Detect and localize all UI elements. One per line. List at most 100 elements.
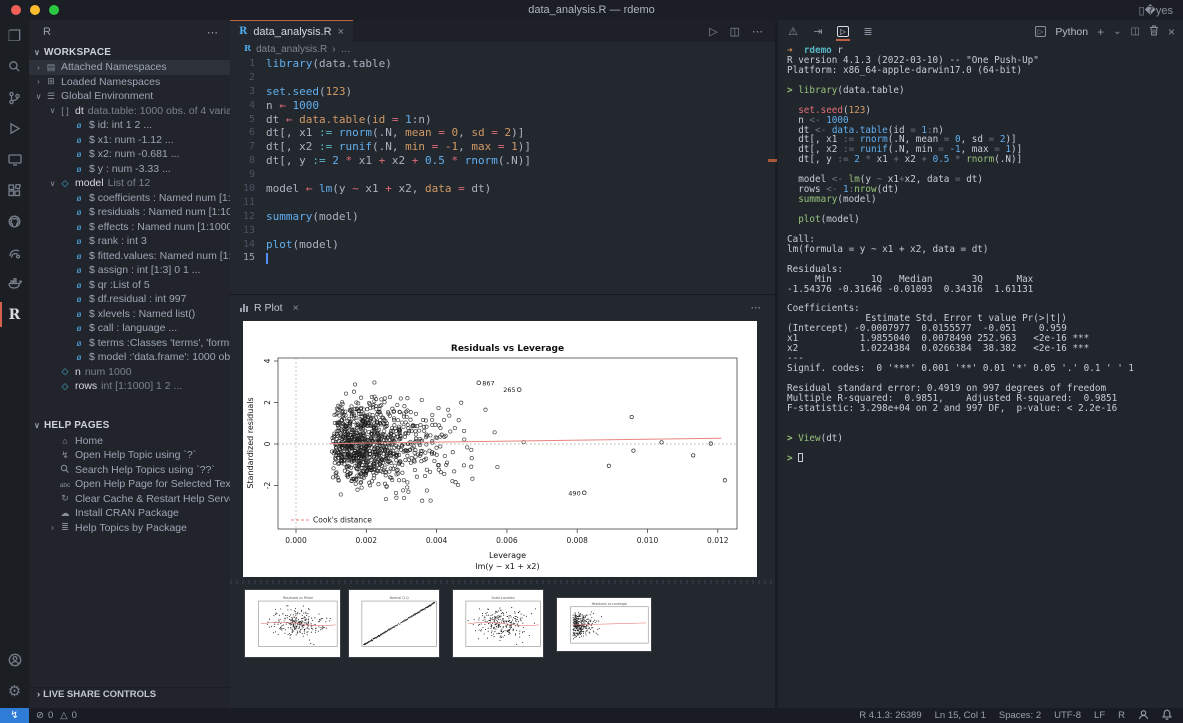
live-share-icon[interactable] [0, 237, 29, 268]
code-line[interactable]: 2 [230, 71, 775, 85]
code-line[interactable]: 12summary(model) [230, 210, 775, 224]
tree-item-rank-int-3[interactable]: ø$ rank : int 3 [29, 234, 230, 249]
live-share-status-icon[interactable]: ↯ [0, 708, 29, 723]
plot-more-actions-icon[interactable]: ⋯ [751, 302, 776, 314]
tree-item-clear-cache-restart-help-server[interactable]: ↻Clear Cache & Restart Help Server [29, 492, 230, 507]
terminal-dropdown-icon[interactable]: ⌄ [1113, 26, 1121, 37]
code-line[interactable]: 11 [230, 196, 775, 210]
indentation-status[interactable]: Spaces: 2 [999, 710, 1041, 721]
tree-item-model[interactable]: ∨◇modelList of 12 [29, 176, 230, 191]
thumbnail-scale-location[interactable]: Scale-Location [452, 589, 544, 658]
github-icon[interactable] [0, 206, 29, 237]
tree-item-global-environment[interactable]: ∨☰Global Environment [29, 89, 230, 104]
run-debug-icon[interactable] [0, 113, 29, 144]
code-line[interactable]: 15 [230, 251, 775, 265]
tree-item-attached-namespaces[interactable]: ›▤Attached Namespaces [29, 60, 230, 75]
tree-item-df-residual-int-997[interactable]: ø$ df.residual : int 997 [29, 292, 230, 307]
notebook-icon[interactable]: ≣ [861, 20, 875, 43]
r-extension-icon[interactable]: R [0, 299, 29, 330]
settings-gear-icon[interactable]: ⚙ [0, 675, 29, 706]
r-plot-tab[interactable]: R Plot × [230, 295, 309, 320]
tree-item-terms-classes-terms-formula-l[interactable]: ø$ terms :Classes 'terms', 'formula' l..… [29, 336, 230, 351]
code-line[interactable]: 4n ← 1000 [230, 99, 775, 113]
terminal-profile-label[interactable]: Python [1055, 26, 1088, 38]
tree-item-coefficients-named-num-1-3-0[interactable]: ø$ coefficients : Named num [1:3] -0... [29, 191, 230, 206]
code-line[interactable]: 10model ← lm(y ~ x1 + x2, data = dt) [230, 182, 775, 196]
close-plot-icon[interactable]: × [293, 302, 299, 314]
problems-icon[interactable]: ⚠ [786, 20, 800, 43]
editor-more-actions-icon[interactable]: ⋯ [752, 25, 763, 38]
kill-terminal-icon[interactable] [1149, 25, 1159, 39]
tree-item-rows[interactable]: ◇rowsint [1:1000] 1 2 ... [29, 379, 230, 394]
close-tab-icon[interactable]: × [338, 26, 344, 38]
tree-item-search-help-topics-using[interactable]: Search Help Topics using `??` [29, 463, 230, 478]
run-file-button[interactable]: ▷ [709, 25, 717, 38]
tree-item-call-language[interactable]: ø$ call : language ... [29, 321, 230, 336]
chevron-right-icon[interactable]: › [33, 63, 44, 72]
tree-item-open-help-topic-using[interactable]: ↯Open Help Topic using `?` [29, 448, 230, 463]
tree-item-qr-list-of-5[interactable]: ø$ qr :List of 5 [29, 278, 230, 293]
thumbnail-normal-qq[interactable]: Normal Q-Q [348, 589, 440, 658]
feedback-icon[interactable] [1138, 709, 1149, 723]
tree-item-loaded-namespaces[interactable]: ›⊞Loaded Namespaces [29, 75, 230, 90]
tree-item-id-int-1-2[interactable]: ø$ id: int 1 2 ... [29, 118, 230, 133]
code-line[interactable]: 13 [230, 224, 775, 238]
tree-item-open-help-page-for-selected-text[interactable]: abcOpen Help Page for Selected Text [29, 477, 230, 492]
tree-item-home[interactable]: ⌂Home [29, 434, 230, 449]
docker-icon[interactable] [0, 268, 29, 299]
tree-item-fitted-values-named-num-1-1000[interactable]: ø$ fitted.values: Named num [1:1000... [29, 249, 230, 264]
tree-item-y-num-3-33[interactable]: ø$ y : num -3.33 ... [29, 162, 230, 177]
tree-item-assign-int-1-3-0-1[interactable]: ø$ assign : int [1:3] 0 1 ... [29, 263, 230, 278]
tree-item-x1-num-1-12[interactable]: ø$ x1: num -1.12 ... [29, 133, 230, 148]
tree-item-x2-num-0-681[interactable]: ø$ x2: num -0.681 ... [29, 147, 230, 162]
panel-sash[interactable] [230, 580, 775, 584]
source-control-icon[interactable] [0, 82, 29, 113]
code-line[interactable]: 1library(data.table) [230, 57, 775, 71]
terminal-icon[interactable]: ▷ [836, 20, 850, 43]
language-mode-status[interactable]: R [1118, 710, 1125, 721]
problems-status[interactable]: ⊘ 0 △ 0 [36, 710, 77, 721]
encoding-status[interactable]: UTF-8 [1054, 710, 1081, 721]
eol-status[interactable]: LF [1094, 710, 1105, 721]
code-line[interactable]: 9 [230, 168, 775, 182]
tree-item-dt[interactable]: ∨[ ]dtdata.table: 1000 obs. of 4 variabl… [29, 104, 230, 119]
breadcrumb[interactable]: R data_analysis.R › … [230, 42, 775, 56]
split-terminal-icon[interactable]: ◫ [1131, 26, 1140, 37]
notifications-bell-icon[interactable] [1162, 709, 1172, 723]
r-session-status[interactable]: R 4.1.3: 26389 [859, 710, 921, 721]
sidebar-more-icon[interactable]: ⋯ [207, 26, 218, 39]
tree-item-residuals-named-num-1-1000[interactable]: ø$ residuals : Named num [1:1000] -... [29, 205, 230, 220]
chevron-down-icon[interactable]: ∨ [33, 92, 44, 101]
tab-data-analysis[interactable]: R data_analysis.R × [230, 20, 353, 42]
tree-item-help-topics-by-package[interactable]: ›≣Help Topics by Package [29, 521, 230, 536]
close-panel-icon[interactable]: × [1168, 25, 1175, 39]
explorer-icon[interactable]: ❐ [0, 20, 29, 51]
chevron-down-icon[interactable]: ∨ [47, 106, 58, 115]
tree-item-n[interactable]: ◇nnum 1000 [29, 365, 230, 380]
split-editor-icon[interactable]: ◫ [730, 25, 740, 38]
code-line[interactable]: 3set.seed(123) [230, 85, 775, 99]
thumbnail-residuals-vs-leverage[interactable]: Residuals vs Leverage [556, 597, 652, 652]
extensions-icon[interactable] [0, 175, 29, 206]
output-icon[interactable]: ⇥ [811, 20, 825, 43]
code-editor[interactable]: 1library(data.table)23set.seed(123)4n ← … [230, 57, 775, 293]
workspace-section-header[interactable]: ∨ WORKSPACE [29, 44, 230, 60]
code-line[interactable]: 14plot(model) [230, 238, 775, 252]
thumbnail-residuals-vs-fitted[interactable]: Residuals vs Fitted [244, 589, 341, 658]
remote-explorer-icon[interactable] [0, 144, 29, 175]
new-terminal-button[interactable]: + [1097, 25, 1104, 39]
accounts-icon[interactable] [0, 644, 29, 675]
tree-item-install-cran-package[interactable]: ☁Install CRAN Package [29, 506, 230, 521]
code-line[interactable]: 7dt[, x2 := runif(.N, min = -1, max = 1)… [230, 140, 775, 154]
code-line[interactable]: 8dt[, y := 2 * x1 + x2 + 0.5 * rnorm(.N)… [230, 154, 775, 168]
tree-item-effects-named-num-1-1000-1[interactable]: ø$ effects : Named num [1:1000] -1.... [29, 220, 230, 235]
code-line[interactable]: 5dt ← data.table(id = 1:n) [230, 113, 775, 127]
code-line[interactable]: 6dt[, x1 := rnorm(.N, mean = 0, sd = 2)] [230, 126, 775, 140]
tree-item-xlevels-named-list[interactable]: ø$ xlevels : Named list() [29, 307, 230, 322]
live-share-controls-header[interactable]: › LIVE SHARE CONTROLS [29, 687, 230, 701]
help-pages-section-header[interactable]: ∨ HELP PAGES [29, 418, 230, 434]
terminal-output[interactable]: ➜ rdemo rR version 4.1.3 (2022-03-10) --… [787, 46, 1181, 706]
tree-item-model-data-frame-1000-obs-of[interactable]: ø$ model :'data.frame': 1000 obs. of... [29, 350, 230, 365]
chevron-right-icon[interactable]: › [33, 77, 44, 86]
cursor-position-status[interactable]: Ln 15, Col 1 [935, 710, 986, 721]
